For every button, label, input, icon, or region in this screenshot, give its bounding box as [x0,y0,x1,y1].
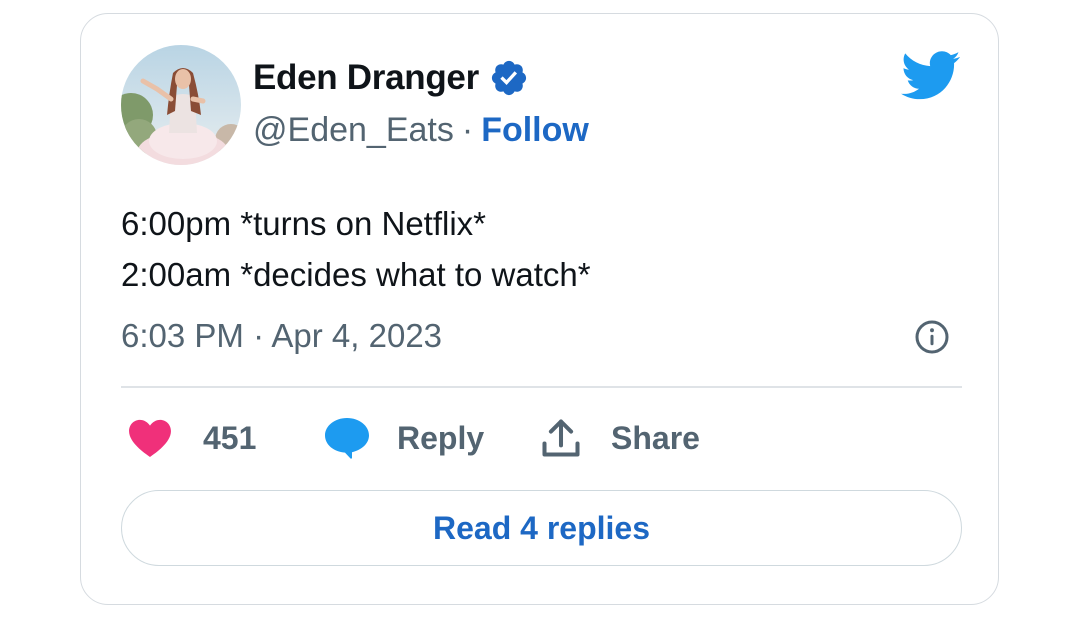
follow-button[interactable]: Follow [481,111,589,150]
like-count: 451 [203,419,257,456]
profile-photo [121,45,241,165]
reply-bubble-icon [325,418,369,459]
share-label: Share [611,419,700,456]
handle[interactable]: @Eden_Eats [253,111,454,150]
share-upload-icon [542,419,580,457]
tweet-line: 2:00am *decides what to watch* [121,256,591,293]
action-bar: 451 Reply Share [121,414,962,462]
tweet-text: 6:00pm *turns on Netflix* 2:00am *decide… [121,198,591,300]
avatar[interactable] [121,45,241,165]
info-icon[interactable] [914,319,950,355]
reply-label: Reply [397,419,485,456]
read-replies-button[interactable]: Read 4 replies [121,490,962,566]
tweet-card: Eden Dranger @Eden_Eats · Follow 6:00pm … [80,13,999,605]
twitter-bird-icon[interactable] [901,51,961,101]
tweet-timestamp[interactable]: 6:03 PM · Apr 4, 2023 [121,316,442,356]
share-button[interactable]: Share [539,414,700,462]
separator: · [461,110,474,149]
divider [121,386,962,388]
author-name-row: Eden Dranger [253,58,529,98]
display-name[interactable]: Eden Dranger [253,58,479,98]
tweet-line: 6:00pm *turns on Netflix* [121,205,487,242]
handle-row: @Eden_Eats · Follow [253,110,589,150]
verified-badge-icon [491,60,526,96]
reply-button[interactable]: Reply [323,414,484,462]
like-button[interactable]: 451 [127,414,256,462]
heart-icon [129,419,171,458]
